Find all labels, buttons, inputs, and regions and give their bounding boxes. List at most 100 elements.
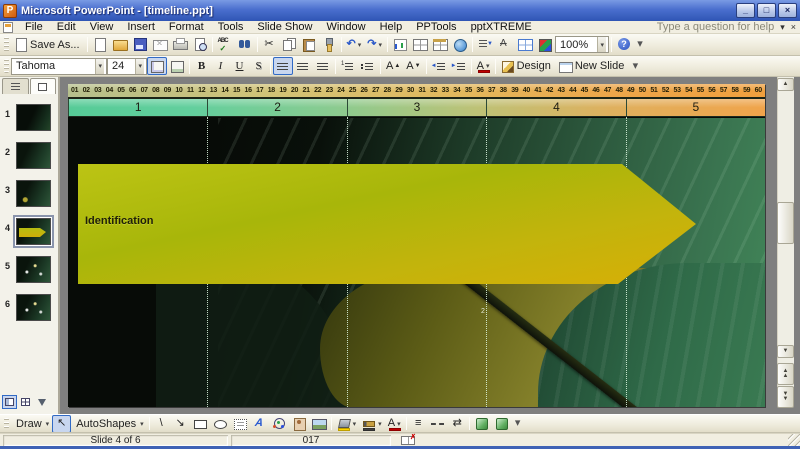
menu-item[interactable]: Window [319, 21, 372, 33]
vertical-scrollbar[interactable]: ▲ ▼ ▲▲ ▼▼ [775, 77, 799, 414]
slide-thumbnail-image[interactable] [16, 294, 51, 321]
arrow-button[interactable]: ↘ [171, 415, 190, 433]
close-button[interactable]: × [778, 3, 797, 18]
slide-thumbnail-image[interactable] [16, 180, 51, 207]
timeline-section[interactable]: 2 [207, 99, 346, 116]
slide-thumbnail[interactable]: 5 [0, 253, 58, 291]
menu-item[interactable]: Format [162, 21, 211, 33]
slide-thumbnail[interactable]: 1 [0, 101, 58, 139]
menu-item[interactable]: Edit [50, 21, 83, 33]
open-button[interactable] [110, 36, 130, 54]
show-formatting-button[interactable] [495, 36, 515, 54]
minimize-button[interactable]: _ [736, 3, 755, 18]
slide-thumbnail[interactable]: 4 [0, 215, 58, 253]
slide-thumbnail[interactable]: 6 [0, 291, 58, 329]
menu-item[interactable]: File [18, 21, 50, 33]
paste-button[interactable] [299, 36, 319, 54]
show-grid-button[interactable] [515, 36, 535, 54]
slide-thumbnail[interactable]: 2 [0, 139, 58, 177]
oval-button[interactable] [210, 415, 230, 433]
addin-green-button-2[interactable] [492, 415, 512, 433]
save-button[interactable] [130, 36, 150, 54]
document-close-icon[interactable]: × [791, 22, 796, 33]
tables-and-borders-button[interactable] [430, 36, 450, 54]
select-objects-button[interactable]: ↖ [52, 415, 71, 433]
menu-item[interactable]: pptXTREME [464, 21, 539, 33]
help-button[interactable] [614, 36, 634, 54]
spelling-status-icon[interactable] [401, 436, 415, 445]
tab-outline[interactable] [2, 78, 29, 94]
menu-item[interactable]: View [83, 21, 121, 33]
scroll-up-button[interactable]: ▲ [777, 78, 794, 91]
draw-menu-button[interactable]: Draw▾ [11, 415, 52, 433]
insert-picture-button[interactable] [309, 415, 329, 433]
redo-button[interactable]: ↷▾ [364, 36, 385, 54]
slide-thumbnail-image[interactable] [16, 218, 51, 245]
previous-slide-button[interactable]: ▲▲ [777, 363, 794, 385]
toolbar-options-button-2[interactable]: ▾ [629, 57, 641, 75]
slide-thumbnail-image[interactable] [16, 256, 51, 283]
font-color-button-2[interactable]: A▾ [385, 415, 404, 433]
new-slide-button[interactable]: New Slide [556, 57, 630, 75]
align-center-button[interactable] [293, 57, 313, 75]
clip-art-button[interactable] [289, 415, 309, 433]
bold-button[interactable]: B [192, 57, 211, 75]
maximize-button[interactable]: □ [757, 3, 776, 18]
numbering-button[interactable] [338, 57, 358, 75]
cut-button[interactable]: ✂ [260, 36, 279, 54]
italic-button[interactable]: I [211, 57, 230, 75]
timeline-section[interactable]: 3 [347, 99, 486, 116]
underline-button[interactable]: U [230, 57, 249, 75]
color-grayscale-button[interactable] [535, 36, 555, 54]
undo-button[interactable]: ↶▾ [344, 36, 365, 54]
text-shadow-button[interactable]: S [249, 57, 268, 75]
drawing-toolbar-grip[interactable] [4, 418, 9, 430]
design-button[interactable]: Design [498, 57, 556, 75]
autoshapes-menu-button[interactable]: AutoShapes▾ [71, 415, 146, 433]
slideshow-button[interactable] [34, 395, 49, 409]
insert-chart-button[interactable] [390, 36, 410, 54]
slide-thumbnail-image[interactable] [16, 142, 51, 169]
spelling-button[interactable] [215, 36, 235, 54]
format-painter-button[interactable] [319, 36, 339, 54]
slide-thumbnail[interactable]: 3 [0, 177, 58, 215]
timeline-section[interactable]: 4 [486, 99, 625, 116]
menu-item[interactable]: Slide Show [250, 21, 319, 33]
increase-font-size-button[interactable]: A [383, 57, 403, 75]
slide-thumbnail-image[interactable] [16, 104, 51, 131]
toolbar-options-button-3[interactable]: ▾ [512, 415, 524, 433]
print-button[interactable] [170, 36, 190, 54]
font-combo[interactable]: Tahoma▾ [11, 58, 107, 75]
line-color-button[interactable]: ▾ [359, 415, 385, 433]
timeline-section[interactable]: 5 [626, 99, 765, 116]
normal-view-button[interactable] [2, 395, 17, 409]
timeline-arrow-shape[interactable]: Identification [78, 164, 696, 284]
print-preview-button[interactable] [190, 36, 210, 54]
wordart-button[interactable]: A [250, 415, 269, 433]
copy-button[interactable] [279, 36, 299, 54]
new-button[interactable] [90, 36, 110, 54]
document-icon[interactable] [3, 22, 13, 33]
next-slide-button[interactable]: ▼▼ [777, 386, 794, 408]
zoom-combo[interactable]: 100%▾ [555, 36, 609, 53]
rectangle-button[interactable] [190, 415, 210, 433]
research-button[interactable] [235, 36, 255, 54]
text-box-button[interactable] [230, 415, 250, 433]
fill-color-button[interactable]: ▾ [334, 415, 360, 433]
align-left-button[interactable] [273, 57, 293, 75]
diagram-button[interactable] [269, 415, 289, 433]
mail-button[interactable] [150, 36, 170, 54]
font-color-button[interactable]: A▾ [474, 57, 493, 75]
dash-style-button[interactable] [428, 415, 448, 433]
standard-toolbar-grip[interactable] [4, 37, 9, 52]
expand-all-button[interactable] [475, 36, 495, 54]
toolbar-options-button[interactable]: ▾ [634, 36, 646, 54]
line-button[interactable]: \ [152, 415, 171, 433]
insert-hyperlink-button[interactable] [450, 36, 470, 54]
addin-shadow-settings-button[interactable] [147, 57, 167, 75]
menu-item[interactable]: Insert [120, 21, 162, 33]
menu-item[interactable]: Tools [211, 21, 251, 33]
increase-indent-button[interactable] [449, 57, 469, 75]
arrow-style-button[interactable]: ⇄ [448, 415, 467, 433]
formatting-toolbar-grip[interactable] [4, 59, 9, 73]
